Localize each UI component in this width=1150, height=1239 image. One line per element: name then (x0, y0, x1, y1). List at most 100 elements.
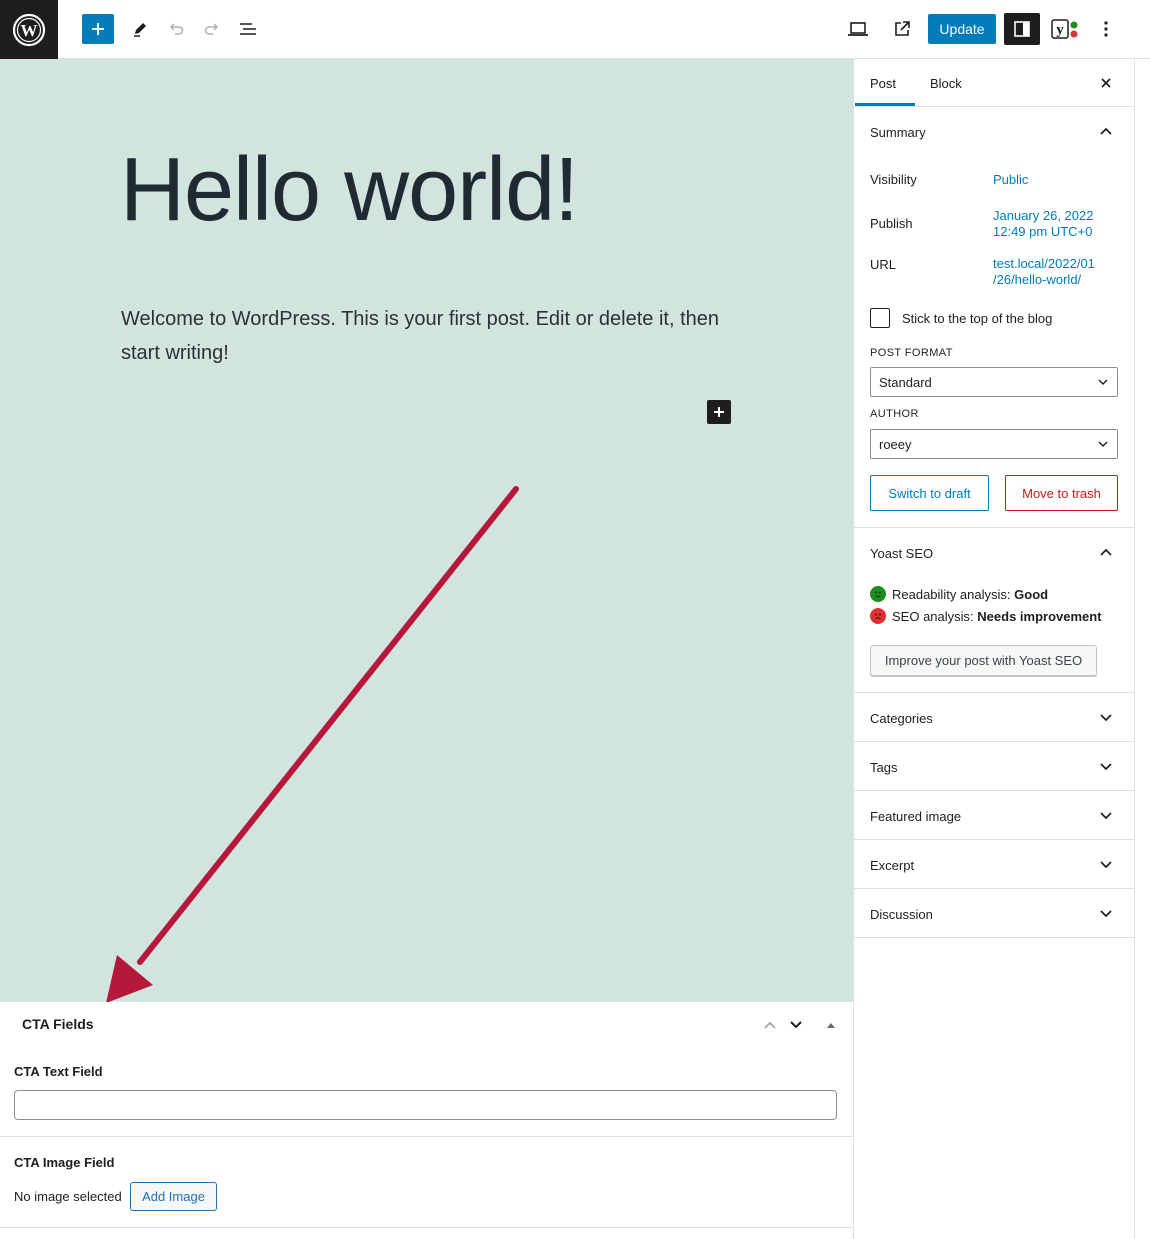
yoast-icon: y (1051, 19, 1078, 39)
more-vertical-icon (1104, 21, 1108, 37)
url-label: URL (870, 257, 897, 272)
tab-post[interactable]: Post (870, 76, 896, 91)
chevron-down-icon (1097, 438, 1109, 450)
panel-divider (854, 839, 1135, 840)
wordpress-logo-button[interactable]: W (0, 0, 58, 59)
publish-time-line: 12:49 pm UTC+0 (993, 224, 1093, 239)
metabox-divider (0, 1136, 853, 1137)
categories-panel-toggle[interactable]: Categories (870, 711, 933, 726)
excerpt-panel-toggle[interactable]: Excerpt (870, 858, 914, 873)
panel-divider (854, 888, 1135, 889)
excerpt-expand-button[interactable] (1098, 857, 1114, 873)
improve-with-yoast-button[interactable]: Improve your post with Yoast SEO (870, 645, 1097, 676)
featured-image-panel-toggle[interactable]: Featured image (870, 809, 961, 824)
url-line: test.local/2022/01 (993, 256, 1095, 271)
chevron-down-icon (1100, 763, 1112, 771)
sticky-label[interactable]: Stick to the top of the blog (902, 311, 1052, 326)
chevron-down-icon (790, 1021, 802, 1029)
featured-image-expand-button[interactable] (1098, 808, 1114, 824)
panel-divider (854, 527, 1135, 528)
panel-divider (854, 790, 1135, 791)
summary-panel-toggle[interactable]: Summary (870, 125, 926, 140)
tags-panel-toggle[interactable]: Tags (870, 760, 897, 775)
pencil-icon (134, 23, 146, 37)
smiley-good-icon (870, 586, 886, 602)
readability-label: Readability analysis: (892, 586, 1011, 602)
default-block-inserter[interactable] (707, 400, 731, 424)
no-image-text: No image selected (14, 1189, 122, 1204)
discussion-panel-toggle[interactable]: Discussion (870, 907, 933, 922)
redo-button[interactable] (200, 14, 224, 44)
seo-value: Needs improvement (977, 608, 1102, 624)
paragraph-block[interactable]: Welcome to WordPress. This is your first… (121, 302, 721, 370)
visibility-value-link[interactable]: Public (993, 172, 1028, 188)
yoast-collapse-button[interactable] (1098, 544, 1114, 560)
editor-canvas: Hello world! Welcome to WordPress. This … (0, 59, 853, 1002)
sidebar-icon (1014, 21, 1030, 37)
external-link-icon (895, 21, 910, 36)
metabox-title: CTA Fields (22, 1016, 94, 1032)
settings-sidebar: Post Block Summary Visibility Public Pub… (853, 59, 1135, 1239)
chevron-up-icon (764, 1021, 776, 1029)
active-tab-indicator (855, 103, 915, 106)
redo-icon (204, 23, 219, 35)
tags-expand-button[interactable] (1098, 759, 1114, 775)
publish-date-line: January 26, 2022 (993, 208, 1094, 223)
undo-icon (169, 23, 184, 35)
sidebar-tabs: Post Block (854, 59, 1135, 107)
panel-divider (854, 937, 1135, 938)
discussion-expand-button[interactable] (1098, 906, 1114, 922)
smiley-bad-icon (870, 608, 886, 624)
metabox-header: CTA Fields (0, 1002, 853, 1046)
tools-button[interactable] (128, 14, 152, 44)
url-line: /26/hello-world/ (993, 272, 1082, 287)
wordpress-icon: W (12, 13, 46, 46)
sticky-checkbox[interactable] (870, 308, 890, 328)
readability-value: Good (1014, 586, 1049, 602)
plus-icon (714, 407, 724, 417)
close-sidebar-button[interactable] (1096, 73, 1116, 93)
close-icon (1101, 78, 1111, 88)
publish-date-link[interactable]: January 26, 2022 12:49 pm UTC+0 (993, 208, 1093, 240)
move-down-button[interactable] (785, 1014, 807, 1036)
summary-collapse-button[interactable] (1098, 123, 1114, 139)
update-button[interactable]: Update (928, 14, 996, 44)
seo-analysis: SEO analysis: Needs improvement (870, 608, 1102, 624)
cta-text-input[interactable] (14, 1090, 837, 1120)
block-inserter-button[interactable] (82, 14, 114, 44)
tab-block[interactable]: Block (930, 76, 962, 91)
list-view-button[interactable] (236, 14, 260, 44)
categories-expand-button[interactable] (1098, 710, 1114, 726)
chevron-down-icon (1100, 812, 1112, 820)
panel-divider (854, 741, 1135, 742)
panel-divider (854, 692, 1135, 693)
editor-header: W Update y (0, 0, 1150, 59)
chevron-up-icon (1100, 548, 1112, 556)
move-to-trash-button[interactable]: Move to trash (1005, 475, 1118, 511)
options-menu-button[interactable] (1096, 14, 1116, 44)
preview-button[interactable] (845, 14, 871, 44)
move-up-button[interactable] (759, 1014, 781, 1036)
url-link[interactable]: test.local/2022/01 /26/hello-world/ (993, 256, 1095, 288)
yoast-panel-toggle[interactable]: Yoast SEO (870, 546, 933, 561)
collapse-metabox-button[interactable] (820, 1014, 842, 1036)
post-format-select[interactable]: Standard (870, 367, 1118, 397)
cta-fields-metabox: CTA Fields CTA Text Field CTA Image Fiel… (0, 1002, 853, 1239)
triangle-up-icon (827, 1023, 835, 1028)
author-value: roeey (879, 437, 912, 452)
view-post-button[interactable] (889, 14, 915, 44)
add-image-button[interactable]: Add Image (130, 1182, 217, 1211)
yoast-button[interactable]: y (1048, 14, 1082, 44)
post-title[interactable]: Hello world! (120, 139, 579, 242)
settings-toggle-button[interactable] (1004, 13, 1040, 45)
author-select[interactable]: roeey (870, 429, 1118, 459)
readability-analysis: Readability analysis: Good (870, 586, 1048, 602)
chevron-down-icon (1100, 861, 1112, 869)
laptop-icon (848, 22, 868, 36)
svg-text:W: W (21, 21, 38, 40)
publish-label: Publish (870, 216, 913, 231)
switch-to-draft-button[interactable]: Switch to draft (870, 475, 989, 511)
undo-button[interactable] (164, 14, 188, 44)
plus-icon (92, 23, 104, 35)
cta-image-field-label: CTA Image Field (14, 1155, 115, 1170)
